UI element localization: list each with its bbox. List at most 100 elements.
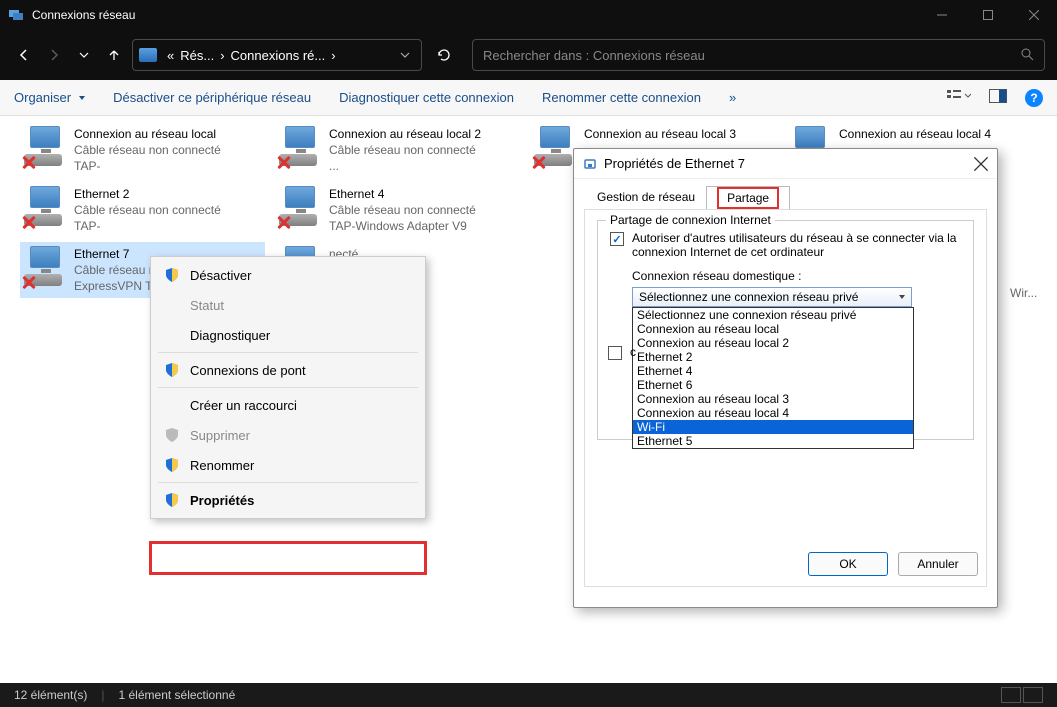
disconnected-x-icon (276, 154, 292, 170)
allow-control-checkbox-row[interactable]: c (608, 345, 636, 360)
allow-sharing-checkbox-row[interactable]: Autoriser d'autres utilisateurs du résea… (610, 231, 961, 259)
selected-count: 1 élément sélectionné (119, 688, 236, 702)
more-commands[interactable]: » (729, 90, 736, 105)
close-icon[interactable] (973, 156, 989, 172)
disconnected-x-icon (531, 154, 547, 170)
select-option[interactable]: Ethernet 2 (633, 350, 913, 364)
network-adapter-icon (24, 186, 66, 228)
connection-item[interactable]: Ethernet 2Câble réseau non connectéTAP- (20, 182, 270, 238)
divider: | (101, 688, 104, 702)
group-legend: Partage de connexion Internet (606, 213, 775, 227)
connection-item[interactable]: Connexion au réseau local 2Câble réseau … (275, 122, 525, 178)
recent-dropdown[interactable] (72, 43, 96, 67)
select-option[interactable]: Connexion au réseau local 4 (633, 406, 913, 420)
select-option[interactable]: Wi-Fi (633, 420, 913, 434)
disconnected-x-icon (21, 214, 37, 230)
app-icon (8, 7, 24, 23)
help-icon[interactable]: ? (1025, 89, 1043, 107)
ctx-bridge[interactable]: Connexions de pont (154, 355, 422, 385)
select-option[interactable]: Ethernet 4 (633, 364, 913, 378)
chevron-right-icon: › (329, 48, 337, 63)
select-option[interactable]: Connexion au réseau local 3 (633, 392, 913, 406)
view-details-icon[interactable] (1001, 687, 1021, 703)
dialog-body: Partage de connexion Internet Autoriser … (584, 209, 987, 587)
minimize-button[interactable] (919, 0, 965, 30)
shield-icon (164, 457, 180, 473)
connection-item[interactable]: Ethernet 4Câble réseau non connectéTAP-W… (275, 182, 525, 238)
annotation-highlight: Partage (717, 187, 779, 209)
forward-button[interactable] (42, 43, 66, 67)
disable-device-button[interactable]: Désactiver ce périphérique réseau (113, 90, 311, 105)
home-connection-select[interactable]: Sélectionnez une connexion réseau privé … (632, 287, 912, 307)
chevron-down-icon (899, 295, 905, 299)
ok-button[interactable]: OK (808, 552, 888, 576)
search-icon (1020, 47, 1034, 64)
ctx-diagnose[interactable]: Diagnostiquer (154, 320, 422, 350)
view-large-icon[interactable] (1023, 687, 1043, 703)
breadcrumb-dropdown[interactable] (395, 50, 415, 60)
select-dropdown: Sélectionnez une connexion réseau privéC… (632, 307, 914, 449)
preview-pane-icon[interactable] (989, 89, 1007, 106)
ethernet-icon (582, 156, 598, 172)
network-adapter-icon (24, 126, 66, 168)
separator (158, 387, 418, 388)
checkbox-icon[interactable] (610, 232, 624, 246)
select-option[interactable]: Connexion au réseau local 2 (633, 336, 913, 350)
chevron-right-icon: › (218, 48, 226, 63)
dialog-title: Propriétés de Ethernet 7 (604, 156, 745, 171)
window-title: Connexions réseau (32, 8, 135, 22)
breadcrumb-seg2[interactable]: Connexions ré... (231, 48, 326, 63)
view-list-icon[interactable] (947, 88, 971, 107)
truncated-item: Wir... (1010, 286, 1037, 300)
tab-sharing[interactable]: Partage (706, 186, 790, 210)
diagnose-button[interactable]: Diagnostiquer cette connexion (339, 90, 514, 105)
network-adapter-icon (279, 126, 321, 168)
separator (158, 352, 418, 353)
up-button[interactable] (102, 43, 126, 67)
statusbar: 12 élément(s) | 1 élément sélectionné (0, 683, 1057, 707)
shield-icon (164, 492, 180, 508)
location-icon (139, 48, 157, 62)
disconnected-x-icon (21, 154, 37, 170)
select-current: Sélectionnez une connexion réseau privé (639, 290, 858, 304)
navbar: « Rés... › Connexions ré... › Rechercher… (0, 30, 1057, 80)
ctx-properties[interactable]: Propriétés (154, 485, 422, 515)
dialog-tabs: Gestion de réseau Partage (574, 179, 997, 209)
content-area: Connexion au réseau localCâble réseau no… (0, 116, 1057, 683)
back-button[interactable] (12, 43, 36, 67)
search-input[interactable]: Rechercher dans : Connexions réseau (472, 39, 1045, 71)
breadcrumb-seg1[interactable]: Rés... (180, 48, 214, 63)
refresh-button[interactable] (428, 47, 460, 63)
shield-icon (164, 427, 180, 443)
ctx-rename[interactable]: Renommer (154, 450, 422, 480)
disconnected-x-icon (276, 214, 292, 230)
select-option[interactable]: Ethernet 5 (633, 434, 913, 448)
annotation-highlight (149, 541, 427, 575)
dialog-titlebar: Propriétés de Ethernet 7 (574, 149, 997, 179)
sharing-group: Partage de connexion Internet Autoriser … (597, 220, 974, 440)
chevron-left-icon: « (165, 48, 176, 63)
select-option[interactable]: Sélectionnez une connexion réseau privé (633, 308, 913, 322)
select-option[interactable]: Connexion au réseau local (633, 322, 913, 336)
organize-menu[interactable]: Organiser (14, 90, 85, 105)
ctx-shortcut[interactable]: Créer un raccourci (154, 390, 422, 420)
cancel-button[interactable]: Annuler (898, 552, 978, 576)
home-connection-label: Connexion réseau domestique : (632, 269, 961, 283)
select-option[interactable]: Ethernet 6 (633, 378, 913, 392)
maximize-button[interactable] (965, 0, 1011, 30)
connection-item[interactable]: Connexion au réseau localCâble réseau no… (20, 122, 270, 178)
rename-button[interactable]: Renommer cette connexion (542, 90, 701, 105)
toolbar: Organiser Désactiver ce périphérique rés… (0, 80, 1057, 116)
context-menu: Désactiver Statut Diagnostiquer Connexio… (150, 256, 426, 519)
properties-dialog: Propriétés de Ethernet 7 Gestion de rése… (573, 148, 998, 608)
close-button[interactable] (1011, 0, 1057, 30)
ctx-disable[interactable]: Désactiver (154, 260, 422, 290)
shield-icon (164, 267, 180, 283)
titlebar: Connexions réseau (0, 0, 1057, 30)
ctx-status: Statut (154, 290, 422, 320)
disconnected-x-icon (21, 274, 37, 290)
tab-network[interactable]: Gestion de réseau (586, 185, 706, 209)
shield-icon (164, 362, 180, 378)
checkbox-icon[interactable] (608, 346, 622, 360)
breadcrumb[interactable]: « Rés... › Connexions ré... › (132, 39, 422, 71)
